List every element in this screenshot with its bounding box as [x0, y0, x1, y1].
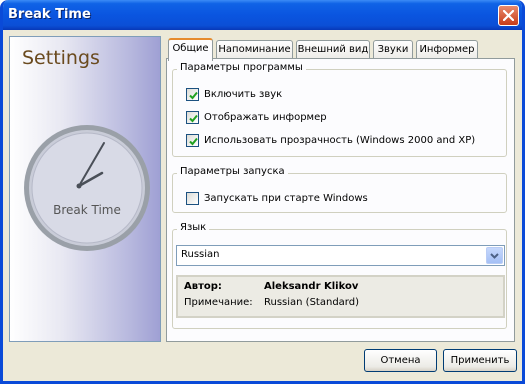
group-title: Параметры запуска [177, 166, 288, 177]
tab-label: Напоминание [218, 44, 291, 55]
option-label: Использовать прозрачность (Windows 2000 … [204, 135, 476, 146]
group-title: Язык [177, 222, 210, 233]
dropdown-button[interactable] [486, 247, 503, 264]
selected-language: Russian [181, 249, 220, 260]
chevron-down-icon [490, 253, 499, 259]
tab-sounds[interactable]: Звуки [373, 40, 413, 60]
option-label: Включить звук [204, 89, 283, 100]
startup-settings-group: Параметры запуска Запускать при старте W… [172, 166, 507, 213]
apply-button[interactable]: Применить [443, 349, 517, 372]
cancel-button[interactable]: Отмена [364, 349, 437, 372]
close-button[interactable] [498, 5, 519, 26]
author-key: Автор: [184, 281, 222, 292]
tab-informer[interactable]: Информер [416, 40, 478, 60]
close-icon [503, 10, 514, 21]
checkbox[interactable] [186, 88, 199, 101]
checkbox[interactable] [186, 134, 199, 147]
language-select[interactable]: Russian [176, 245, 505, 266]
window-title: Break Time [8, 7, 91, 22]
program-settings-group: Параметры программы Включить звук Отобра… [172, 62, 507, 157]
side-banner: Settings Break Time [9, 36, 161, 342]
option-label: Отображать информер [204, 112, 327, 123]
checkmark-icon [189, 137, 198, 146]
tab-label: Информер [419, 44, 475, 55]
title-bar[interactable]: Break Time [3, 0, 522, 30]
clock-icon [24, 125, 150, 251]
tab-label: Общие [172, 43, 209, 54]
checkbox[interactable] [186, 192, 199, 205]
checkmark-icon [189, 114, 198, 123]
language-info-box: Автор: Aleksandr Klikov Примечание: Russ… [176, 275, 505, 318]
tab-appearance[interactable]: Внешний вид [296, 40, 370, 60]
note-value: Russian (Standard) [264, 297, 359, 308]
checkmark-icon [189, 91, 198, 100]
tab-general[interactable]: Общие [168, 38, 213, 61]
option-label: Запускать при старте Windows [204, 193, 368, 204]
side-title: Settings [22, 47, 100, 69]
group-title: Параметры программы [177, 62, 306, 73]
tab-label: Звуки [377, 44, 409, 55]
checkbox[interactable] [186, 111, 199, 124]
tab-label: Внешний вид [297, 44, 369, 55]
clock-label: Break Time [53, 203, 121, 217]
note-key: Примечание: [184, 297, 253, 308]
tab-reminder[interactable]: Напоминание [216, 40, 293, 60]
author-value: Aleksandr Klikov [264, 281, 359, 292]
